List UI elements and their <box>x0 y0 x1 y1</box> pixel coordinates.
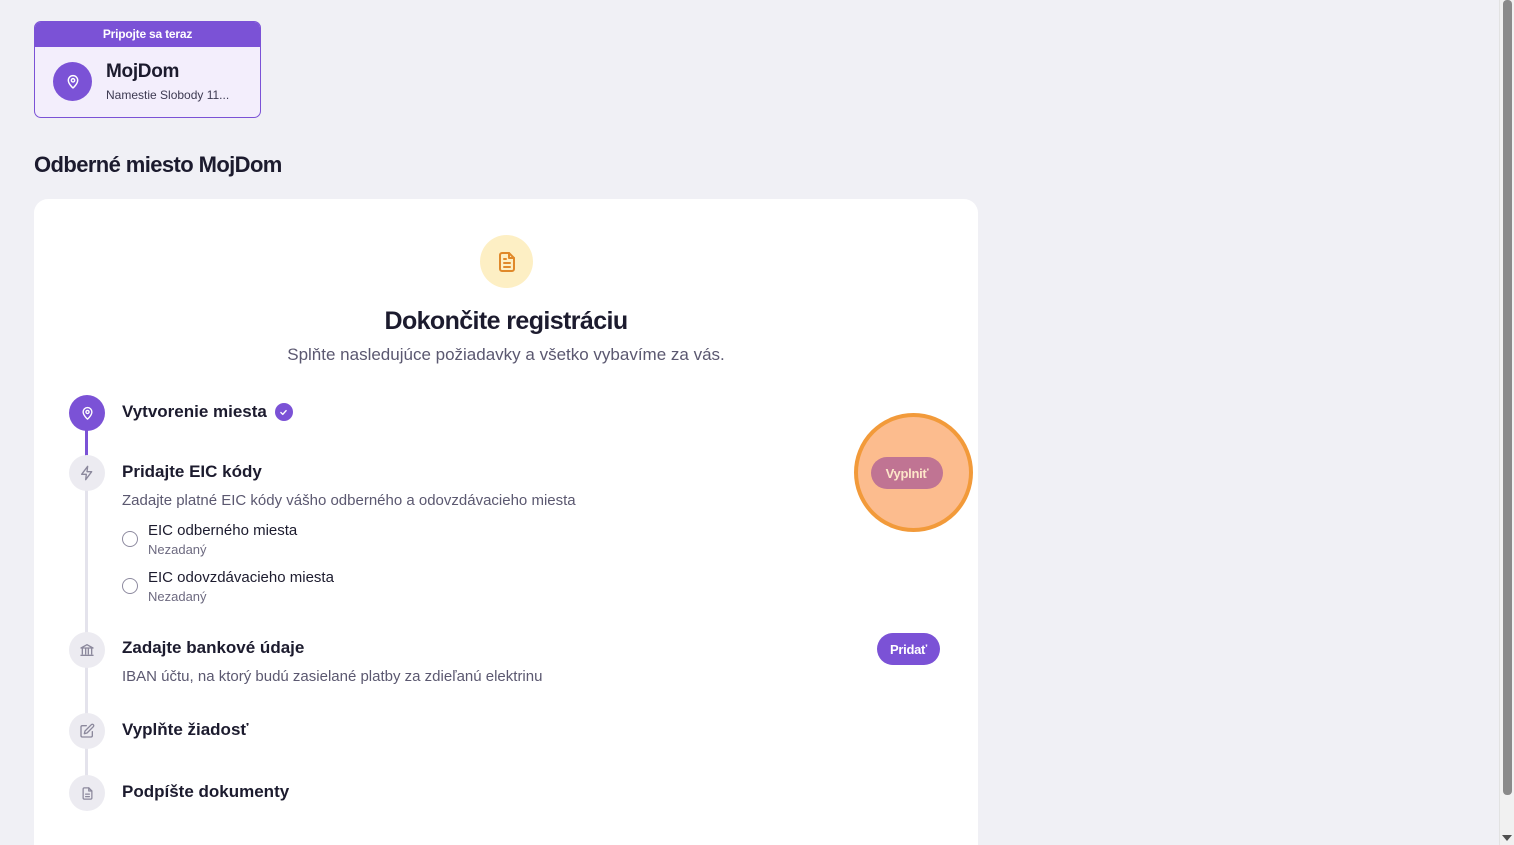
panel-subheading: Splňte nasledujúce požiadavky a všetko v… <box>287 345 725 364</box>
fill-eic-button[interactable]: Vyplniť <box>871 457 943 489</box>
panel-heading: Dokončite registráciu <box>384 307 628 335</box>
step-create-site: Vytvorenie miesta <box>122 402 293 422</box>
sub-item-status: Nezadaný <box>148 542 207 557</box>
radio-icon[interactable] <box>122 578 138 594</box>
document-icon <box>69 775 105 811</box>
lightning-icon <box>69 455 105 491</box>
eic-consumption-item[interactable]: EIC odberného miesta Nezadaný <box>122 522 297 557</box>
step-bank-description: IBAN účtu, na ktorý budú zasielané platb… <box>122 668 543 685</box>
step-connector <box>85 490 88 635</box>
add-bank-button[interactable]: Pridať <box>877 633 940 665</box>
location-pin-icon <box>69 395 105 431</box>
eic-delivery-item[interactable]: EIC odovzdávacieho miesta Nezadaný <box>122 569 334 604</box>
site-address: Namestie Slobody 11... <box>106 88 230 102</box>
location-pin-icon <box>53 62 92 101</box>
bank-icon <box>69 632 105 668</box>
step-connector <box>85 748 88 776</box>
scrollbar[interactable] <box>1499 0 1514 845</box>
scroll-down-arrow-icon[interactable] <box>1502 835 1512 841</box>
step-eic-codes-description: Zadajte platné EIC kódy vášho odberného … <box>122 492 576 509</box>
check-icon <box>274 403 293 421</box>
site-card[interactable]: Pripojte sa teraz MojDom Namestie Slobod… <box>34 21 261 118</box>
scrollbar-thumb[interactable] <box>1503 0 1512 795</box>
step-sign-title: Podpíšte dokumenty <box>122 782 290 801</box>
sub-item-label: EIC odberného miesta <box>148 522 298 539</box>
site-name: MojDom <box>106 61 180 82</box>
sub-item-status: Nezadaný <box>148 589 207 604</box>
document-icon <box>480 235 533 288</box>
step-bank-title: Zadajte bankové údaje <box>122 638 305 657</box>
step-eic-codes-title: Pridajte EIC kódy <box>122 462 262 481</box>
radio-icon[interactable] <box>122 531 138 547</box>
edit-icon <box>69 713 105 749</box>
step-connector <box>85 666 88 715</box>
step-application-title: Vyplňte žiadosť <box>122 720 249 739</box>
sub-item-label: EIC odovzdávacieho miesta <box>148 569 334 586</box>
step-title: Vytvorenie miesta <box>122 402 267 421</box>
page-title: Odberné miesto MojDom <box>34 152 282 177</box>
site-card-banner: Pripojte sa teraz <box>35 22 260 47</box>
registration-panel: Dokončite registráciu Splňte nasledujúce… <box>34 199 978 845</box>
